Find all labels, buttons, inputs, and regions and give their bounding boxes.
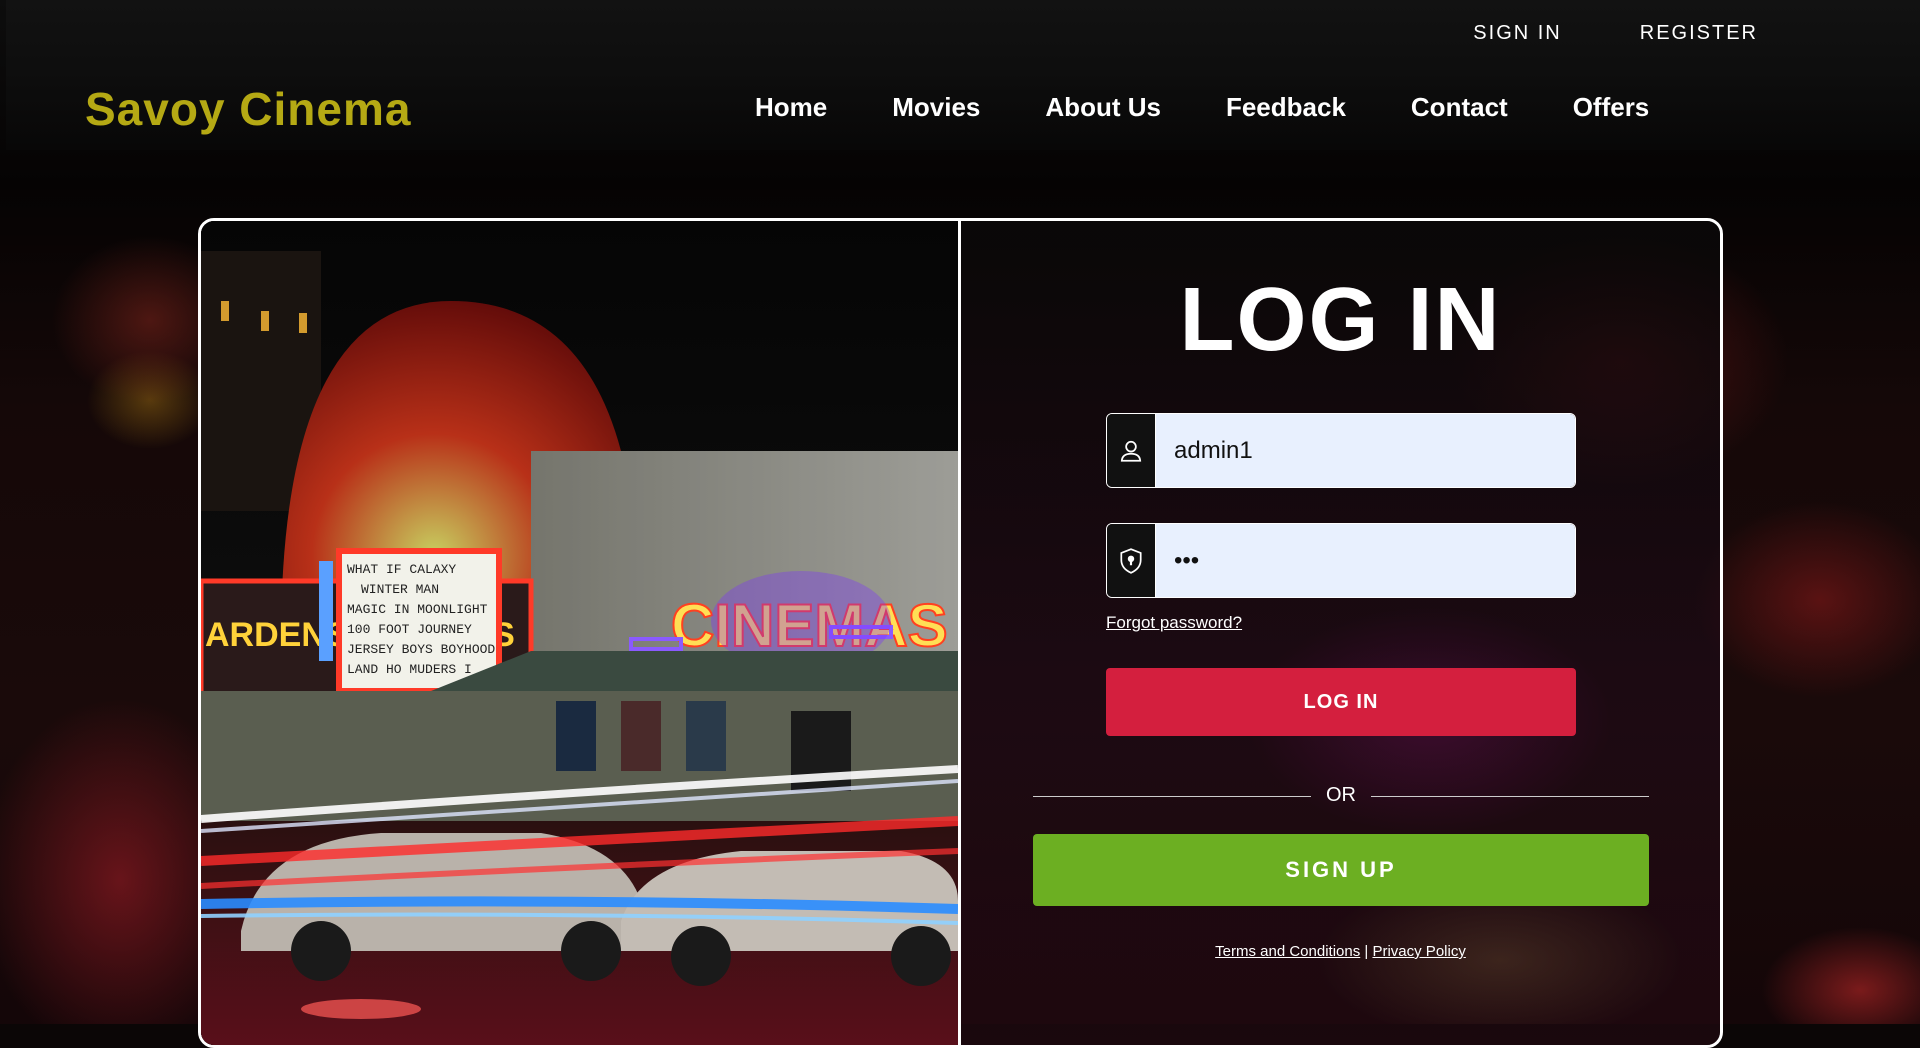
marquee-line: 100 FOOT JOURNEY: [347, 622, 472, 637]
privacy-link[interactable]: Privacy Policy: [1372, 943, 1465, 960]
brand-logo[interactable]: Savoy Cinema: [85, 82, 411, 136]
sign-in-link[interactable]: SIGN IN: [1473, 22, 1561, 45]
nav-offers[interactable]: Offers: [1573, 92, 1650, 123]
legal-separator: |: [1360, 943, 1373, 960]
cinema-illustration: ARDENS CINEMAS WHAT IF CALAXY WINTER MAN…: [201, 221, 958, 1045]
nav-about-us[interactable]: About Us: [1045, 92, 1161, 123]
username-field: [1106, 413, 1576, 488]
legal-links: Terms and Conditions | Privacy Policy: [961, 943, 1720, 960]
login-title: LOG IN: [1179, 270, 1502, 370]
marquee-line: LAND HO MUDERS I: [347, 662, 472, 677]
login-button[interactable]: LOG IN: [1106, 668, 1576, 736]
nav-contact[interactable]: Contact: [1411, 92, 1508, 123]
signup-button[interactable]: SIGN UP: [1033, 834, 1649, 906]
nav-feedback[interactable]: Feedback: [1226, 92, 1346, 123]
cinema-photo: ARDENS CINEMAS WHAT IF CALAXY WINTER MAN…: [201, 221, 958, 1045]
marquee-line: JERSEY BOYS BOYHOOD: [347, 642, 495, 657]
login-panel: LOG IN Forgot password? LOG IN OR: [961, 221, 1720, 1045]
account-links: SIGN IN REGISTER: [1473, 22, 1758, 45]
marquee-line: MAGIC IN MOONLIGHT: [347, 602, 488, 617]
username-input[interactable]: [1156, 414, 1575, 487]
forgot-password-link[interactable]: Forgot password?: [1106, 613, 1242, 633]
password-field: [1106, 523, 1576, 598]
shield-keyhole-icon: [1107, 524, 1156, 597]
password-input[interactable]: [1156, 524, 1575, 597]
register-link[interactable]: REGISTER: [1640, 22, 1758, 45]
nav-home[interactable]: Home: [755, 92, 827, 123]
marquee-line: WINTER MAN: [361, 582, 439, 597]
marquee-line: WHAT IF CALAXY: [347, 562, 456, 577]
nav-movies[interactable]: Movies: [892, 92, 980, 123]
main-nav: Home Movies About Us Feedback Contact Of…: [755, 92, 1649, 123]
separator-line: [1371, 796, 1649, 797]
user-icon: [1107, 414, 1156, 487]
login-card: ARDENS CINEMAS WHAT IF CALAXY WINTER MAN…: [198, 218, 1723, 1048]
terms-link[interactable]: Terms and Conditions: [1215, 943, 1360, 960]
header: SIGN IN REGISTER Savoy Cinema Home Movie…: [6, 0, 1920, 150]
or-separator: OR: [1033, 781, 1649, 811]
